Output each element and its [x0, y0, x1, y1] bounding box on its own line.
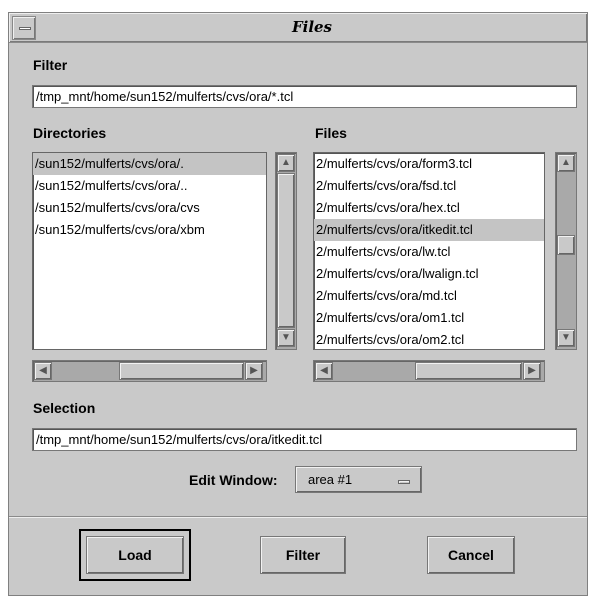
directories-hscroll-thumb[interactable]	[119, 362, 244, 380]
files-list[interactable]: 2/mulferts/cvs/ora/form3.tcl 2/mulferts/c…	[313, 152, 545, 350]
files-list-item[interactable]: 2/mulferts/cvs/ora/lw.tcl	[314, 241, 544, 263]
default-button-frame: Load	[79, 529, 191, 581]
files-list-item[interactable]: 2/mulferts/cvs/ora/om2.tcl	[314, 329, 544, 349]
load-button[interactable]: Load	[86, 536, 184, 574]
edit-window-value: area #1	[308, 472, 353, 487]
edit-window-option-menu[interactable]: area #1	[295, 466, 422, 493]
files-vscroll-thumb[interactable]	[557, 235, 575, 255]
filter-button[interactable]: Filter	[260, 536, 346, 574]
directories-label: Directories	[33, 125, 107, 141]
filter-input[interactable]: /tmp_mnt/home/sun152/mulferts/cvs/ora/*.…	[32, 85, 577, 108]
selection-label: Selection	[33, 400, 96, 416]
directories-hscrollbar[interactable]: ◀ ▶	[32, 360, 267, 382]
files-list-item[interactable]: 2/mulferts/cvs/ora/form3.tcl	[314, 153, 544, 175]
window-menu-icon[interactable]	[12, 16, 36, 40]
directories-list-item[interactable]: /sun152/mulferts/cvs/ora/..	[33, 175, 266, 197]
action-separator	[9, 516, 587, 518]
arrow-left-icon[interactable]: ◀	[34, 362, 52, 380]
files-list-item[interactable]: 2/mulferts/cvs/ora/itkedit.tcl	[314, 219, 544, 241]
files-list-item[interactable]: 2/mulferts/cvs/ora/fsd.tcl	[314, 175, 544, 197]
window-title: Files	[291, 18, 333, 36]
files-list-item[interactable]: 2/mulferts/cvs/ora/hex.tcl	[314, 197, 544, 219]
arrow-up-icon[interactable]: ▲	[277, 154, 295, 172]
filter-label: Filter	[33, 57, 68, 73]
directories-list[interactable]: /sun152/mulferts/cvs/ora/./sun152/mulfer…	[32, 152, 267, 350]
arrow-right-icon[interactable]: ▶	[523, 362, 541, 380]
arrow-down-icon[interactable]: ▼	[277, 329, 295, 347]
directories-vscrollbar[interactable]: ▲ ▼	[275, 152, 297, 350]
files-list-item[interactable]: 2/mulferts/cvs/ora/lwalign.tcl	[314, 263, 544, 285]
files-hscroll-thumb[interactable]	[415, 362, 522, 380]
option-menu-indicator-icon	[398, 480, 410, 484]
files-dialog: Files Filter /tmp_mnt/home/sun152/mulfer…	[8, 12, 588, 596]
edit-window-label: Edit Window:	[189, 472, 278, 488]
files-hscrollbar[interactable]: ◀ ▶	[313, 360, 545, 382]
files-list-item[interactable]: 2/mulferts/cvs/ora/md.tcl	[314, 285, 544, 307]
arrow-down-icon[interactable]: ▼	[557, 329, 575, 347]
directories-vscroll-thumb[interactable]	[277, 173, 295, 328]
files-label: Files	[315, 125, 347, 141]
arrow-up-icon[interactable]: ▲	[557, 154, 575, 172]
directories-list-item[interactable]: /sun152/mulferts/cvs/ora/.	[33, 153, 266, 175]
arrow-left-icon[interactable]: ◀	[315, 362, 333, 380]
directories-list-item[interactable]: /sun152/mulferts/cvs/ora/xbm	[33, 219, 266, 241]
directories-list-item[interactable]: /sun152/mulferts/cvs/ora/cvs	[33, 197, 266, 219]
arrow-right-icon[interactable]: ▶	[245, 362, 263, 380]
files-vscrollbar[interactable]: ▲ ▼	[555, 152, 577, 350]
title-bar[interactable]: Files	[9, 13, 587, 43]
files-list-item[interactable]: 2/mulferts/cvs/ora/om1.tcl	[314, 307, 544, 329]
cancel-button[interactable]: Cancel	[427, 536, 515, 574]
selection-input[interactable]: /tmp_mnt/home/sun152/mulferts/cvs/ora/it…	[32, 428, 577, 451]
